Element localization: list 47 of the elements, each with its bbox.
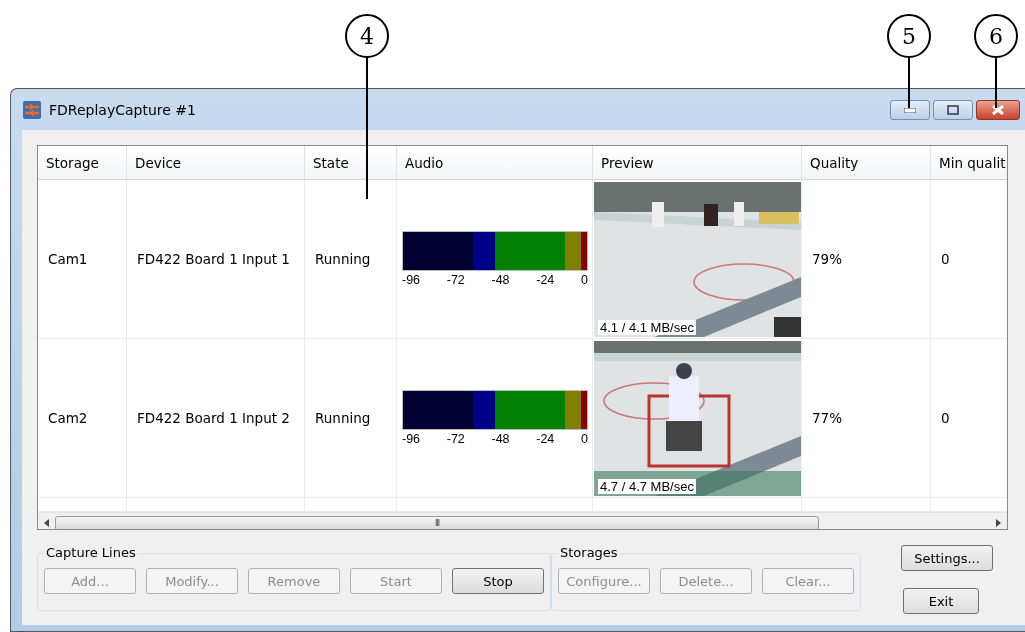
- minimize-button[interactable]: [890, 100, 930, 120]
- callout-number: 6: [974, 14, 1018, 58]
- meter-tick-label: 0: [581, 273, 588, 287]
- group-title: Storages: [558, 545, 620, 560]
- meter-tick-label: -48: [491, 432, 510, 446]
- meter-tick-label: -24: [536, 432, 555, 446]
- column-header[interactable]: Storage: [38, 146, 127, 179]
- table-cell-text: 79%: [811, 251, 842, 267]
- table-cell-text: 0: [940, 410, 950, 426]
- column-header[interactable]: Min qualit: [931, 146, 1007, 179]
- column-header[interactable]: Device: [127, 146, 305, 179]
- maximize-button[interactable]: [933, 100, 973, 120]
- leader-line: [995, 58, 997, 108]
- table-cell-text: Cam2: [47, 410, 88, 426]
- column-header[interactable]: Quality: [802, 146, 931, 179]
- callout-number: 5: [887, 14, 931, 58]
- table-cell-text: Running: [314, 251, 371, 267]
- scroll-right-icon[interactable]: [996, 519, 1001, 527]
- callout-number: 4: [345, 14, 389, 58]
- meter-tick-label: -96: [402, 432, 421, 446]
- column-header[interactable]: Preview: [593, 146, 802, 179]
- exit-button[interactable]: Exit: [903, 588, 979, 614]
- table-cell-text: Cam1: [47, 251, 88, 267]
- window-title: FDReplayCapture #1: [49, 101, 196, 118]
- column-header[interactable]: Audio: [397, 146, 593, 179]
- maximize-icon: [947, 105, 959, 115]
- action-button[interactable]: Stop: [452, 568, 544, 594]
- table-cell-text: 0: [940, 251, 950, 267]
- minimize-icon: [904, 107, 916, 113]
- table-cell-text: Running: [314, 410, 371, 426]
- meter-tick-label: -72: [446, 432, 465, 446]
- leader-line: [908, 58, 910, 108]
- app-icon: [23, 100, 41, 119]
- meter-tick-label: -48: [491, 273, 510, 287]
- table-cell-text: FD422 Board 1 Input 1: [136, 251, 290, 267]
- settings-button[interactable]: Settings...: [901, 545, 993, 571]
- close-icon: [992, 105, 1004, 115]
- group-title: Capture Lines: [44, 545, 138, 560]
- meter-tick-label: -72: [446, 273, 465, 287]
- meter-tick-label: -96: [402, 273, 421, 287]
- meter-tick-label: 0: [581, 432, 588, 446]
- close-button[interactable]: [976, 100, 1020, 120]
- scroll-left-icon[interactable]: [44, 519, 49, 527]
- table-cell-text: FD422 Board 1 Input 2: [136, 410, 290, 426]
- scrollbar-thumb[interactable]: III: [55, 515, 819, 529]
- meter-tick-label: -24: [536, 273, 555, 287]
- table-cell-text: 77%: [811, 410, 842, 426]
